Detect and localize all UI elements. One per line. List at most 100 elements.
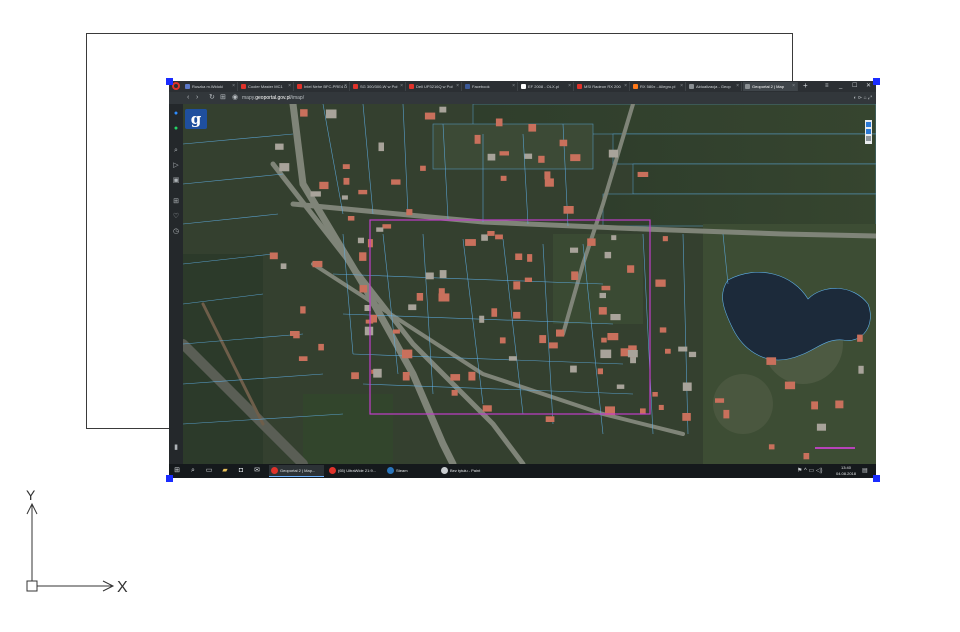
taskbar-app[interactable]: Geoportal 2 | Map... xyxy=(269,465,324,477)
building xyxy=(438,293,450,302)
browser-tab[interactable]: RX 580x - Allegro.pl × xyxy=(631,82,686,91)
browser-tab[interactable]: MSI Radeon RX 200 × xyxy=(575,82,630,91)
history-icon[interactable]: ◷ xyxy=(172,228,180,236)
tab-close-icon[interactable]: × xyxy=(288,82,291,91)
browser-tab[interactable]: SG 300/300-W w Poł × xyxy=(351,82,406,91)
mail-icon[interactable]: ✉ xyxy=(253,467,261,475)
building xyxy=(515,253,523,260)
building xyxy=(364,326,374,336)
building xyxy=(425,272,434,280)
grid-icon[interactable]: ⊞ xyxy=(172,198,180,206)
browser-tab[interactable]: Intel Nehe BFC-PRE4 D × xyxy=(295,82,350,91)
new-tab-button[interactable]: + xyxy=(803,81,808,91)
tab-close-icon[interactable]: × xyxy=(624,82,627,91)
browser-tab[interactable]: Ruszka m.Widoki × xyxy=(183,82,238,91)
store-icon[interactable]: ◘ xyxy=(237,467,245,475)
building xyxy=(659,327,667,333)
grip-bottom-right[interactable] xyxy=(873,475,880,482)
app-icon xyxy=(387,467,394,474)
reload-icon[interactable]: ↻ xyxy=(209,93,215,103)
opera-logo-icon[interactable] xyxy=(172,82,180,90)
grip-bottom-left[interactable] xyxy=(166,475,173,482)
browser-tab[interactable]: Cooler Master MC1 × xyxy=(239,82,294,91)
embedded-screenshot-image[interactable]: Ruszka m.Widoki × Cooler Master MC1 × Intel … xyxy=(169,81,876,478)
taskbar-app[interactable]: Bez tytułu - Paint xyxy=(439,465,499,477)
tab-label: Geoportal 2 | Map xyxy=(752,84,784,89)
building xyxy=(528,124,537,132)
tab-close-icon[interactable]: × xyxy=(232,82,235,91)
forward-icon[interactable]: › xyxy=(196,93,198,103)
app-label: Steam xyxy=(396,468,408,473)
taskbar-app[interactable]: Steam xyxy=(385,465,435,477)
tab-close-icon[interactable]: × xyxy=(512,82,515,91)
browser-tab[interactable]: Facebook × xyxy=(463,82,518,91)
minimize-button[interactable]: _ xyxy=(839,81,842,92)
browser-tab[interactable]: Aktualizacja - Geop × xyxy=(687,82,742,91)
building xyxy=(495,118,503,127)
building xyxy=(357,237,364,244)
address-bar-actions-icon[interactable]: ◐ ⊳ ⌂ ⤢ xyxy=(854,93,872,103)
building xyxy=(627,350,638,358)
url-field[interactable]: mapy.geoportal.gov.pl/imap/ xyxy=(242,94,304,102)
building xyxy=(487,153,496,161)
building xyxy=(857,334,863,342)
messenger-icon[interactable]: ● xyxy=(172,110,180,118)
file-explorer-icon[interactable]: ▰ xyxy=(221,467,229,475)
building xyxy=(524,153,533,159)
tab-close-icon[interactable]: × xyxy=(736,82,739,91)
building xyxy=(607,333,619,341)
taskbar-app[interactable]: (65) UltraWide 21:9... xyxy=(327,465,382,477)
tab-close-icon[interactable]: × xyxy=(344,82,347,91)
tab-close-icon[interactable]: × xyxy=(568,82,571,91)
browser-tab[interactable]: EF 2008 - OLX.pl × xyxy=(519,82,574,91)
building xyxy=(611,235,617,241)
taskbar-clock[interactable]: 13:40 04.08.2018 xyxy=(833,465,859,477)
browser-tab[interactable]: Geoportal 2 | Map × xyxy=(743,82,798,91)
browser-tab[interactable]: Dell UP3216Q w Poł × xyxy=(407,82,462,91)
notifications-icon[interactable]: ▤ xyxy=(862,466,868,476)
building xyxy=(655,279,666,287)
building xyxy=(481,234,488,241)
search-icon[interactable]: ⌕ xyxy=(189,467,197,475)
camera-icon[interactable]: ▣ xyxy=(172,177,180,185)
menu-button[interactable]: ≡ xyxy=(825,81,829,92)
back-icon[interactable]: ‹ xyxy=(187,93,189,103)
zoom-out-icon[interactable] xyxy=(866,136,871,141)
building xyxy=(465,239,476,246)
building xyxy=(858,365,864,374)
building xyxy=(513,311,521,319)
tab-close-icon[interactable]: × xyxy=(792,82,795,91)
grip-top-left[interactable] xyxy=(166,78,173,85)
tab-favicon-icon xyxy=(633,84,638,89)
maximize-button[interactable]: ☐ xyxy=(852,81,857,92)
grip-top-right[interactable] xyxy=(873,78,880,85)
windows-start-icon[interactable]: ⊞ xyxy=(173,467,181,475)
tab-close-icon[interactable]: × xyxy=(456,82,459,91)
task-view-icon[interactable]: ▭ xyxy=(205,467,213,475)
building xyxy=(319,181,329,190)
building xyxy=(662,236,668,242)
tab-close-icon[interactable]: × xyxy=(400,82,403,91)
whatsapp-icon[interactable]: ● xyxy=(172,125,180,133)
map-zoom-control[interactable] xyxy=(865,120,872,144)
close-window-button[interactable]: ✕ xyxy=(866,81,871,92)
tab-favicon-icon xyxy=(185,84,190,89)
aerial-map[interactable] xyxy=(183,104,876,464)
tab-favicon-icon xyxy=(577,84,582,89)
search-icon[interactable]: ⌕ xyxy=(172,147,180,155)
building xyxy=(601,337,607,343)
building xyxy=(597,368,603,375)
send-icon[interactable]: ▷ xyxy=(172,162,180,170)
building xyxy=(570,154,581,162)
speed-dial-icon[interactable]: ⊞ xyxy=(220,93,226,103)
tray-icons[interactable]: ⚑ ^ ▭ ◁) xyxy=(797,466,822,476)
tab-label: MSI Radeon RX 200 xyxy=(584,84,621,89)
sidebar-settings-icon[interactable]: ▮ xyxy=(172,444,180,452)
tab-close-icon[interactable]: × xyxy=(680,82,683,91)
building xyxy=(682,413,691,421)
geoportal-logo[interactable]: g xyxy=(185,109,207,129)
tab-favicon-icon xyxy=(521,84,526,89)
zoom-level-icon[interactable] xyxy=(866,129,871,134)
zoom-in-icon[interactable] xyxy=(866,122,871,127)
heart-icon[interactable]: ♡ xyxy=(172,213,180,221)
